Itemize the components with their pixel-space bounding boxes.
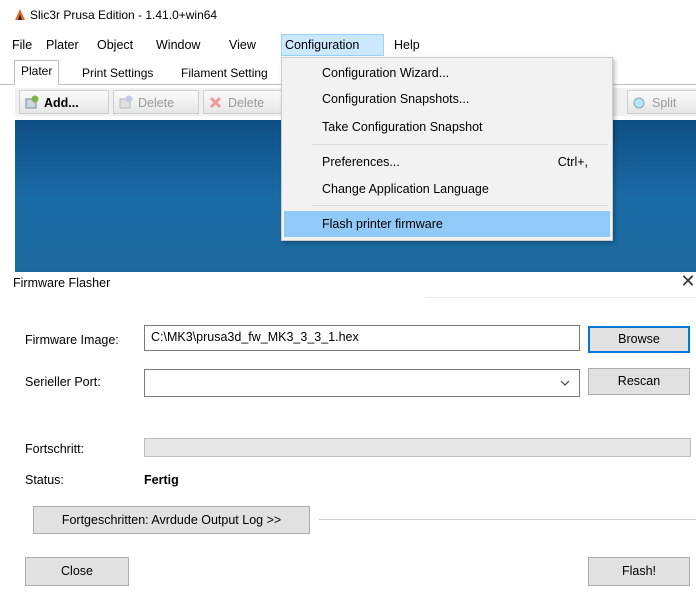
menu-item-configuration-snapshots[interactable]: Configuration Snapshots... [284,88,610,110]
configuration-dropdown-menu: Configuration Wizard... Configuration Sn… [281,57,613,241]
firmware-image-value: C:\MK3\prusa3d_fw_MK3_3_3_1.hex [151,330,359,344]
add-button[interactable]: Add... [19,90,109,114]
menu-item-label: Preferences... [322,155,400,169]
menu-separator [312,144,608,145]
menu-help[interactable]: Help [391,34,423,56]
tab-filament-settings[interactable]: Filament Setting [174,62,275,84]
delete-all-icon [209,96,222,109]
menu-object[interactable]: Object [94,34,136,56]
serial-port-select[interactable] [144,369,580,397]
tab-plater[interactable]: Plater [14,60,60,85]
menu-item-label: Configuration Snapshots... [322,92,470,106]
slic3r-logo-icon [15,9,25,20]
advanced-section-divider [319,519,696,520]
split-object-icon [633,97,645,109]
menu-item-label: Flash printer firmware [322,217,443,231]
split-button-label: Split [652,96,677,110]
advanced-log-toggle-button[interactable]: Fortgeschritten: Avrdude Output Log >> [33,506,310,534]
close-button[interactable]: Close [25,557,129,586]
menu-item-shortcut: Ctrl+, [557,155,588,169]
menu-configuration[interactable]: Configuration [281,34,384,56]
browse-button[interactable]: Browse [588,326,690,353]
add-objects-icon [25,95,39,109]
menu-bar: File Plater Object Window View Configura… [0,34,696,56]
dialog-divider [425,297,696,298]
menu-window[interactable]: Window [153,34,203,56]
flash-button-label: Flash! [621,564,657,578]
close-button-label: Close [61,564,93,578]
title-bar: Slic3r Prusa Edition - 1.41.0+win64 [0,0,696,30]
menu-item-label: Take Configuration Snapshot [322,120,483,134]
dialog-title: Firmware Flasher [13,276,111,290]
flash-button[interactable]: Flash! [588,557,690,586]
split-button[interactable]: Split [627,90,696,114]
rescan-button[interactable]: Rescan [588,368,690,395]
menu-view[interactable]: View [226,34,259,56]
browse-button-label: Browse [618,332,660,346]
delete-button-label: Delete [138,96,175,110]
close-icon[interactable]: ✕ [680,270,696,292]
rescan-button-label: Rescan [617,374,661,388]
advanced-log-toggle-label: Fortgeschritten: Avrdude Output Log >> [61,513,282,527]
progress-bar [144,438,691,457]
tab-print-settings[interactable]: Print Settings [75,62,160,84]
menu-item-label: Change Application Language [322,182,489,196]
serial-port-label: Serieller Port: [25,375,101,389]
chevron-down-icon [560,380,570,386]
menu-item-flash-firmware[interactable]: Flash printer firmware [284,211,610,237]
delete-all-button-label: Delete [228,96,265,110]
menu-item-preferences[interactable]: Preferences... Ctrl+, [284,151,610,173]
menu-item-label: Configuration Wizard... [322,66,450,80]
firmware-image-input[interactable]: C:\MK3\prusa3d_fw_MK3_3_3_1.hex [144,325,580,351]
status-label: Status: [25,473,64,487]
window-title: Slic3r Prusa Edition - 1.41.0+win64 [30,8,218,22]
progress-label: Fortschritt: [25,442,85,456]
menu-plater[interactable]: Plater [43,34,82,56]
menu-file[interactable]: File [9,34,35,56]
status-value: Fertig [144,473,179,487]
firmware-image-label: Firmware Image: [25,333,119,347]
menu-item-configuration-wizard[interactable]: Configuration Wizard... [284,62,610,84]
delete-button[interactable]: Delete [113,90,199,114]
delete-object-icon [119,95,133,109]
menu-item-take-snapshot[interactable]: Take Configuration Snapshot [284,116,610,138]
menu-item-change-language[interactable]: Change Application Language [284,178,610,200]
menu-separator [312,205,608,206]
add-button-label: Add... [44,96,79,110]
delete-all-button[interactable]: Delete [203,90,283,114]
